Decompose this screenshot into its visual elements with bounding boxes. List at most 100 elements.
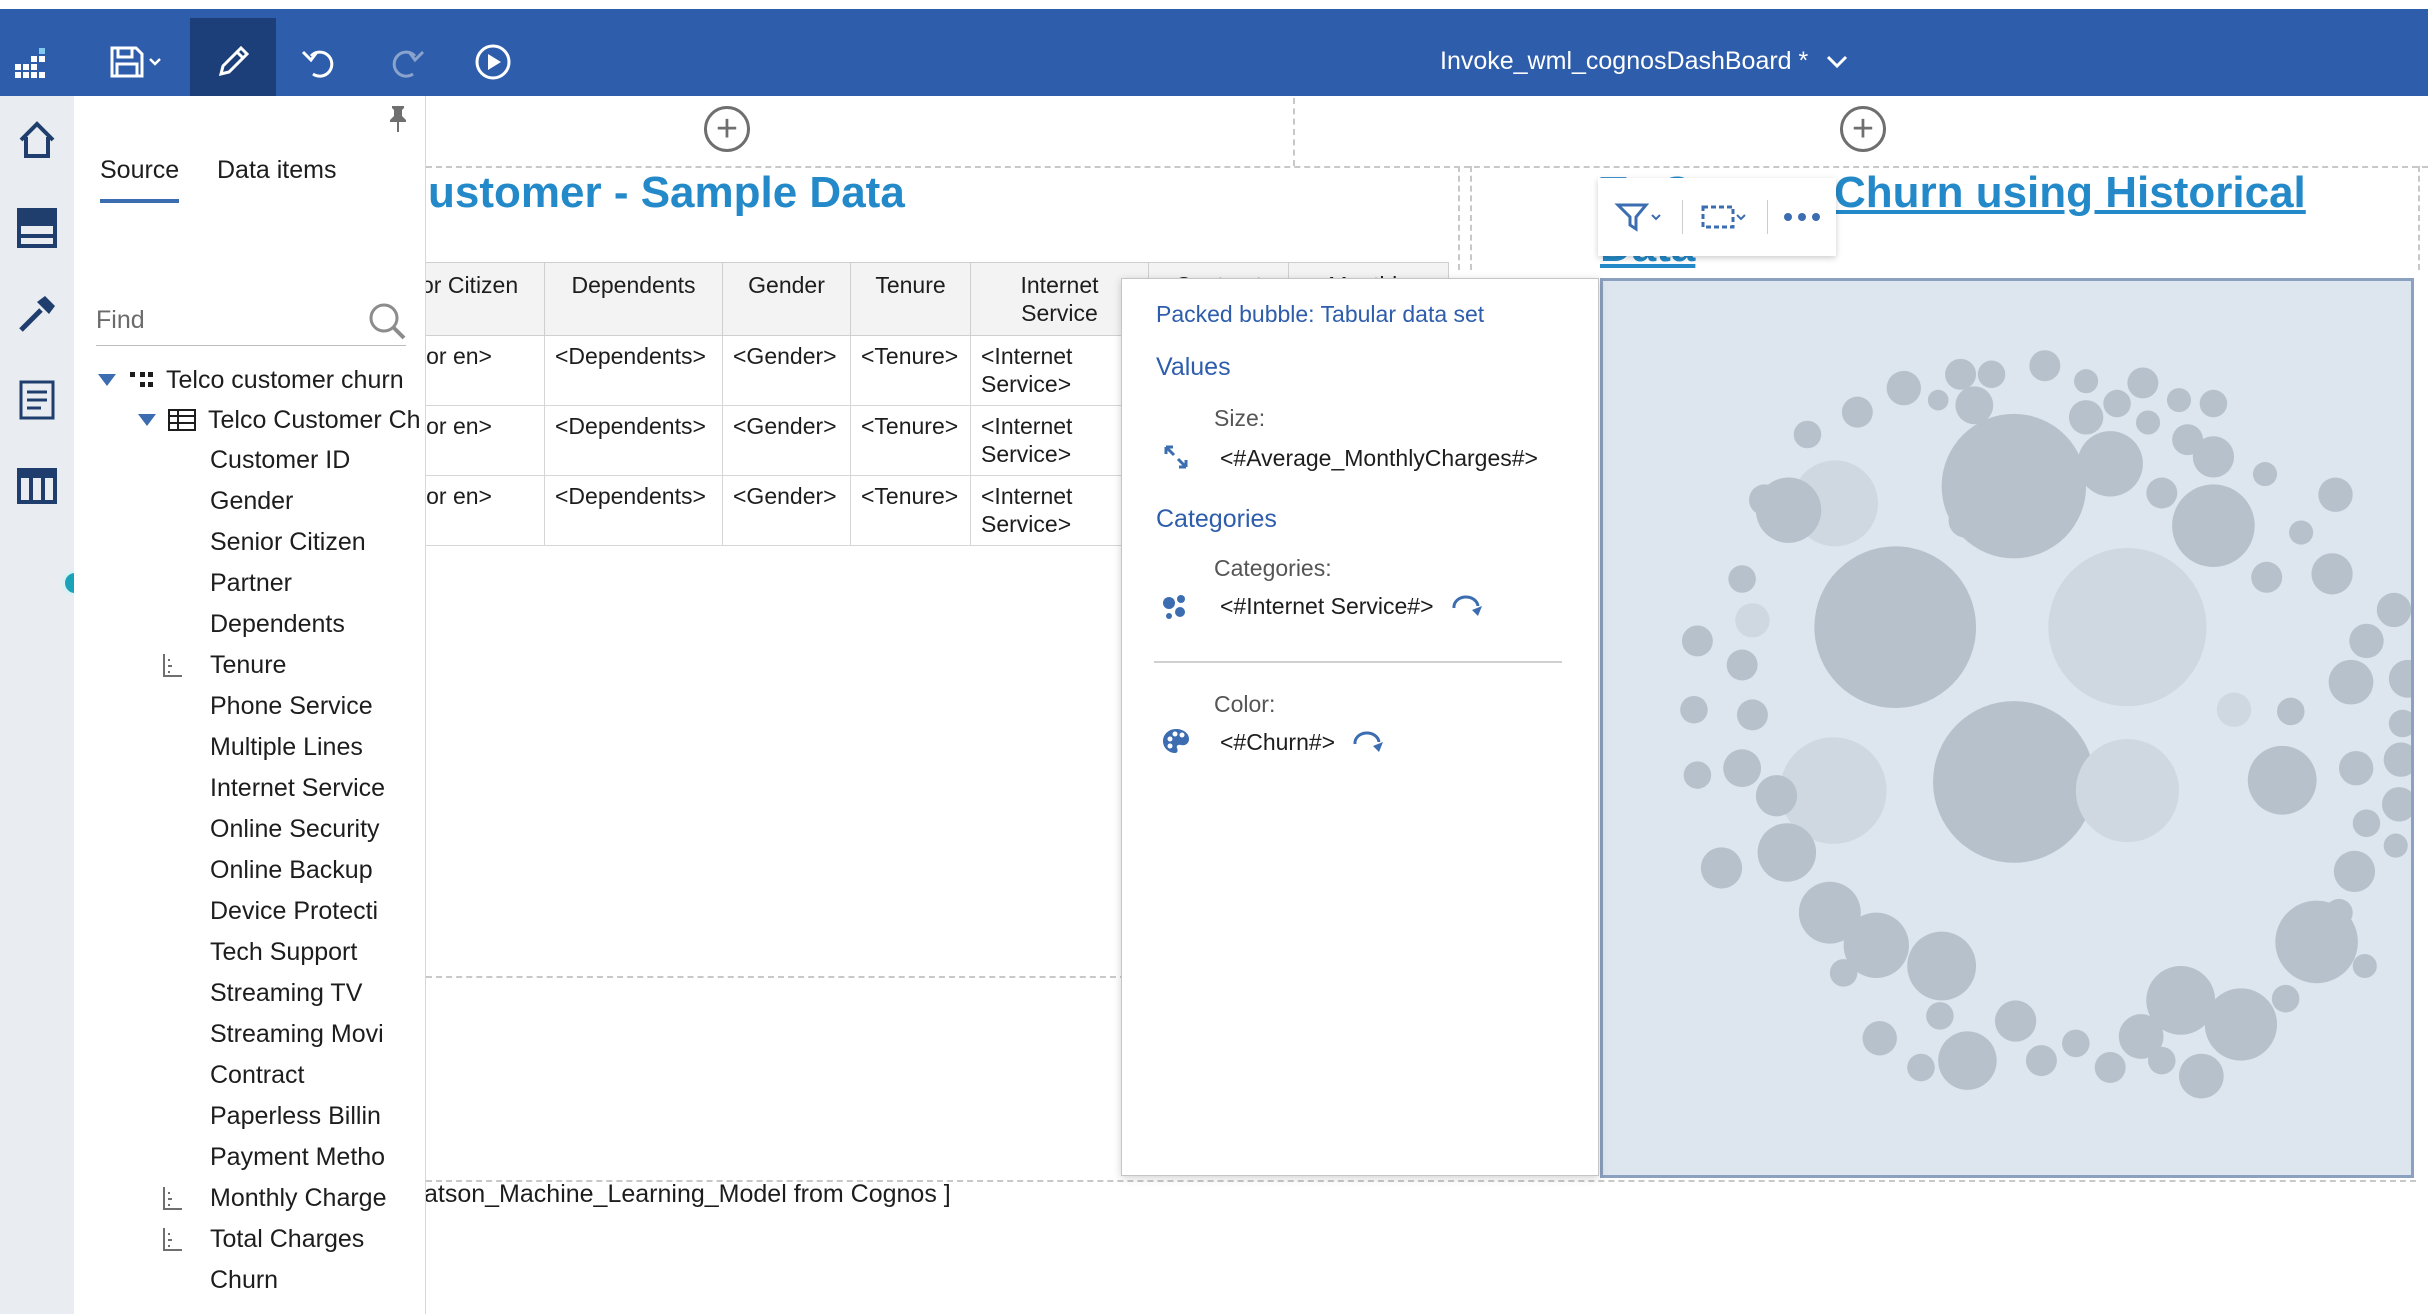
search-input[interactable]: Find (96, 296, 406, 346)
tree-item[interactable]: Churn (210, 1260, 278, 1300)
tree-node-table[interactable]: Telco Customer Ch (138, 400, 421, 440)
bubble[interactable] (2275, 900, 2358, 984)
bubble[interactable] (1886, 370, 1921, 406)
tree-item[interactable]: Monthly Charge (163, 1178, 386, 1218)
bubble[interactable] (2199, 389, 2228, 418)
bubble[interactable] (2252, 462, 2278, 487)
bubble[interactable] (1736, 699, 1768, 731)
bubble[interactable] (1926, 1002, 1954, 1030)
document-title[interactable]: Invoke_wml_cognosDashBoard * (1440, 18, 2000, 105)
bubble[interactable] (2074, 369, 2099, 394)
bubble[interactable] (2318, 477, 2353, 512)
bubble[interactable] (2146, 477, 2178, 509)
bubble[interactable] (1680, 695, 1708, 724)
bubble[interactable] (1862, 1021, 1897, 1056)
search-icon[interactable] (366, 300, 410, 344)
tab-data-items[interactable]: Data items (217, 156, 336, 199)
packed-bubble-chart[interactable] (1600, 278, 2427, 1178)
bubble[interactable] (2247, 745, 2317, 815)
bubble[interactable] (1793, 420, 1822, 449)
bubble[interactable] (1723, 749, 1762, 788)
bubble[interactable] (2118, 1014, 2164, 1059)
bubble[interactable] (2352, 953, 2377, 979)
tree-item[interactable]: Internet Service (210, 768, 385, 808)
tree-item[interactable]: Paperless Billin (210, 1096, 381, 1136)
select-icon[interactable] (1683, 178, 1767, 256)
bubble[interactable] (1728, 565, 1756, 593)
tree-item[interactable]: Customer ID (210, 440, 350, 480)
bubble[interactable] (1938, 1031, 1997, 1090)
bubble[interactable] (1683, 761, 1712, 789)
bubble[interactable] (2271, 984, 2300, 1013)
bubble[interactable] (2216, 692, 2252, 727)
app-menu-icon[interactable] (8, 18, 54, 105)
tree-item[interactable]: Multiple Lines (210, 727, 363, 767)
bubble[interactable] (1726, 649, 1758, 681)
bubble[interactable] (2338, 751, 2374, 786)
bubble[interactable] (2048, 548, 2207, 707)
bubble[interactable] (2103, 389, 2131, 418)
swap-arrow-icon[interactable] (1351, 730, 1387, 756)
bubble[interactable] (1948, 503, 1983, 538)
bubble[interactable] (2136, 410, 2161, 435)
add-widget-button[interactable]: + (1840, 106, 1886, 152)
tree-item[interactable]: Device Protecti (210, 891, 378, 931)
more-icon[interactable] (1768, 178, 1836, 256)
bubble[interactable] (2251, 561, 2283, 593)
tree-item[interactable]: Senior Citizen (210, 522, 366, 562)
bubble[interactable] (2388, 709, 2417, 738)
column-header[interactable]: or Citizen (410, 262, 545, 336)
bubble[interactable] (1994, 1000, 2037, 1042)
save-icon[interactable] (96, 18, 176, 105)
bubble[interactable] (1757, 823, 1817, 882)
tree-item[interactable]: Tenure (163, 645, 286, 685)
tree-item[interactable]: Tech Support (210, 932, 357, 972)
visualization-icon[interactable] (0, 446, 74, 526)
pin-icon[interactable] (386, 104, 410, 139)
tree-item[interactable]: Payment Metho (210, 1137, 385, 1177)
bubble[interactable] (2127, 367, 2159, 399)
bubble[interactable] (2311, 553, 2353, 595)
bubble[interactable] (2333, 850, 2376, 893)
tab-source[interactable]: Source (100, 156, 180, 203)
bubble[interactable] (2383, 833, 2408, 858)
tree-item[interactable]: Online Backup (210, 850, 373, 890)
bubble[interactable] (1829, 959, 1858, 987)
bubble[interactable] (2289, 520, 2314, 545)
column-header[interactable]: Dependents (544, 262, 723, 336)
redo-icon[interactable] (380, 18, 430, 105)
tools-icon[interactable] (0, 274, 74, 354)
bubble[interactable] (1755, 775, 1798, 817)
bubble[interactable] (2376, 592, 2412, 628)
column-header[interactable]: Gender (722, 262, 851, 336)
bubble[interactable] (1681, 625, 1713, 657)
tree-node-source[interactable]: Telco customer churn (98, 360, 404, 400)
color-value-row[interactable]: <#Churn#> (1220, 729, 1387, 756)
tree-item[interactable]: Dependents (210, 604, 345, 644)
bubble[interactable] (2094, 1052, 2126, 1083)
bubble[interactable] (2204, 988, 2278, 1061)
bubble[interactable] (2029, 350, 2061, 382)
tree-item[interactable]: Contract (210, 1055, 304, 1095)
bubble[interactable] (1955, 386, 1994, 425)
bubble[interactable] (1814, 546, 1977, 708)
bubble[interactable] (2025, 1045, 2057, 1077)
page-icon[interactable] (0, 360, 74, 440)
caret-down-icon[interactable] (138, 414, 156, 426)
categories-value-row[interactable]: <#Internet Service#> (1220, 593, 1486, 620)
data-icon[interactable] (0, 188, 74, 268)
bubble[interactable] (2277, 697, 2305, 726)
bubble[interactable] (1735, 603, 1770, 638)
bubble[interactable] (2349, 623, 2384, 659)
bubble[interactable] (2328, 659, 2374, 705)
bubble[interactable] (2352, 809, 2381, 837)
column-header[interactable]: Tenure (850, 262, 971, 336)
tree-item[interactable]: Streaming Movi (210, 1014, 384, 1054)
add-widget-button[interactable]: + (704, 106, 750, 152)
bubble[interactable] (2179, 1053, 2224, 1099)
edit-icon[interactable] (190, 18, 276, 105)
home-icon[interactable] (0, 100, 74, 180)
size-value[interactable]: <#Average_MonthlyCharges#> (1220, 445, 1538, 472)
tree-item[interactable]: Online Security (210, 809, 380, 849)
caret-down-icon[interactable] (98, 374, 116, 386)
